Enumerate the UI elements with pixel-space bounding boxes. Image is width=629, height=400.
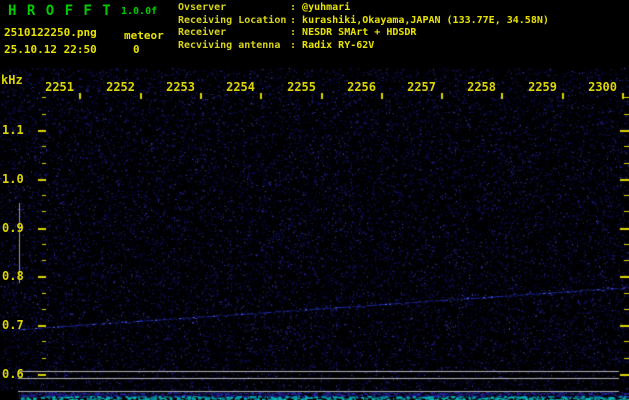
info-value: Radix RY-62V — [302, 39, 375, 51]
x-tick-label: 2258 — [467, 80, 496, 94]
spectrogram-canvas — [0, 0, 629, 400]
x-tick-label: 2254 — [226, 80, 255, 94]
info-row: Recviving antenna: Radix RY-62V — [178, 40, 549, 53]
info-label: Receiver — [178, 27, 227, 39]
x-tick-label: 2252 — [106, 80, 135, 94]
y-tick-label: 1.1 — [2, 123, 24, 137]
y-tick-label: 0.6 — [2, 367, 24, 381]
station-label: meteor — [124, 29, 164, 42]
x-tick-label: 2257 — [407, 80, 436, 94]
hrofft-window: H R O F F T 1.0.0f 2510122250.png meteor… — [0, 0, 629, 400]
echo-count: 0 — [133, 43, 140, 56]
info-row: Receiver: NESDR SMArt + HDSDR — [178, 27, 549, 40]
y-tick-label: 0.7 — [2, 318, 24, 332]
observation-datetime: 25.10.12 22:50 — [4, 43, 97, 56]
info-separator: : — [290, 39, 303, 51]
info-separator: : — [290, 14, 303, 26]
info-value: @yuhmari — [302, 2, 351, 13]
y-tick-label: 1.0 — [2, 172, 24, 186]
app-title: H R O F F T — [8, 3, 112, 19]
info-label: Ovserver — [178, 2, 227, 13]
app-version: 1.0.0f — [121, 6, 158, 17]
x-tick-label: 2255 — [287, 80, 316, 94]
info-label: Recviving antenna — [178, 39, 281, 51]
info-label: Receiving Location — [178, 14, 287, 26]
info-row: Ovserver: @yuhmari — [178, 2, 549, 15]
info-separator: : — [290, 27, 303, 39]
info-value: kurashiki,Okayama,JAPAN (133.77E, 34.58N… — [302, 14, 549, 26]
x-tick-label: 2253 — [166, 80, 195, 94]
x-tick-label: 2251 — [45, 80, 74, 94]
output-filename: 2510122250.png — [4, 26, 97, 39]
observer-info-block: Ovserver: @yuhmari Receiving Location: ku… — [178, 2, 549, 52]
y-axis-unit-label: kHz — [1, 73, 23, 87]
x-tick-label: 2256 — [347, 80, 376, 94]
info-row: Receiving Location: kurashiki,Okayama,JA… — [178, 15, 549, 28]
info-separator: : — [290, 2, 303, 13]
info-value: NESDR SMArt + HDSDR — [302, 27, 417, 39]
y-tick-label: 0.9 — [2, 221, 24, 235]
x-tick-label: 2259 — [528, 80, 557, 94]
y-tick-label: 0.8 — [2, 269, 24, 283]
x-tick-label: 2300 — [588, 80, 617, 94]
